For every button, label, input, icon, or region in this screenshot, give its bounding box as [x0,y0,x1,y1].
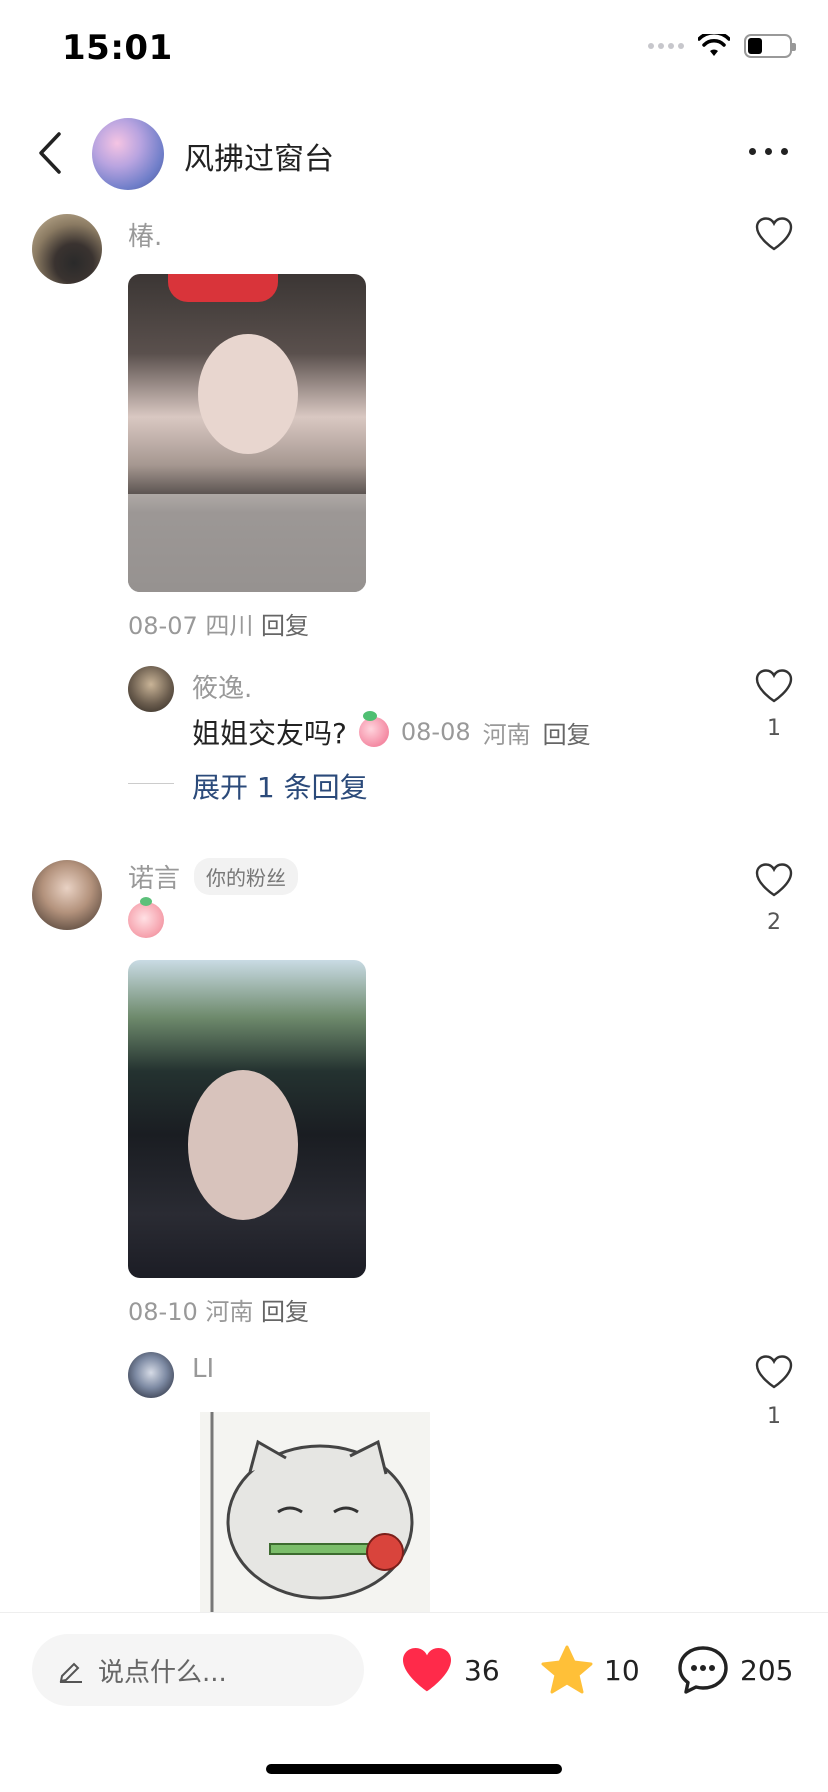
reply-body: 姐姐交友吗? 08-08 河南 回复 [192,711,591,752]
home-indicator [266,1764,562,1774]
comment-date: 08-07 [128,612,198,640]
comment-avatar[interactable] [32,214,102,284]
cat-sticker-drawing [210,1412,414,1612]
reply-button[interactable]: 回复 [261,1298,309,1326]
like-count: 1 [767,1404,781,1429]
reply-avatar[interactable] [128,666,174,712]
reply-date: 08-08 [400,718,471,746]
wifi-icon [698,34,730,56]
reply-text: 姐姐交友吗? [192,717,347,750]
status-time: 15:01 [62,28,173,68]
reply-button[interactable]: 回复 [543,715,591,750]
comment-count: 205 [740,1653,794,1687]
comment-meta: 08-07 四川 回复 [128,606,309,641]
reply-location: 河南 [482,720,531,749]
comment-photo[interactable] [128,960,366,1278]
comment-input-placeholder: 说点什么... [98,1657,227,1688]
like-heart-icon[interactable] [754,216,794,252]
more-options-button[interactable] [749,148,788,155]
comment-author[interactable]: 椿. [128,216,162,253]
post-author-avatar[interactable] [92,118,164,190]
expand-replies-button[interactable]: 展开 1 条回复 [192,766,368,806]
comment-input[interactable]: 说点什么... [32,1634,364,1706]
like-stat[interactable]: 36 [400,1646,500,1694]
cellular-signal-icon [648,43,684,49]
comment-author-row: 诺言 你的粉丝 [128,858,299,895]
reply-button[interactable]: 回复 [261,612,309,640]
reply-author[interactable]: LI [192,1354,214,1384]
like-heart-icon[interactable] [754,862,794,898]
like-count: 1 [767,716,781,741]
pencil-icon [59,1662,82,1683]
like-heart-icon[interactable] [754,668,794,704]
fan-badge: 你的粉丝 [194,858,299,895]
comment-location: 四川 [205,612,254,640]
divider [128,783,174,784]
page-title: 风拂过窗台 [184,142,334,177]
reply-author[interactable]: 筱逸. [192,668,252,705]
chevron-left-icon [39,132,61,174]
reply-avatar[interactable] [128,1352,174,1398]
peach-emoji-icon [128,897,164,938]
comment-bubble-icon [678,1646,728,1694]
cat-sticker-image[interactable] [200,1412,430,1612]
favorite-count: 10 [604,1653,640,1687]
favorite-stat[interactable]: 10 [540,1644,640,1696]
comment-avatar[interactable] [32,860,102,930]
star-filled-icon [541,1645,593,1694]
like-count: 2 [767,910,781,935]
comment-stat[interactable]: 205 [676,1644,793,1696]
comment-location: 河南 [205,1298,254,1326]
status-icons [648,34,796,58]
comment-meta: 08-10 河南 回复 [128,1292,309,1327]
back-button[interactable] [28,128,72,178]
like-count: 36 [464,1653,500,1687]
comment-date: 08-10 [128,1298,198,1326]
comment-author[interactable]: 诺言 [128,858,180,895]
heart-filled-icon [403,1648,451,1692]
comment-photo[interactable] [128,274,366,592]
battery-icon [744,34,796,58]
peach-sticker-icon [358,711,389,747]
like-heart-icon[interactable] [754,1354,794,1390]
